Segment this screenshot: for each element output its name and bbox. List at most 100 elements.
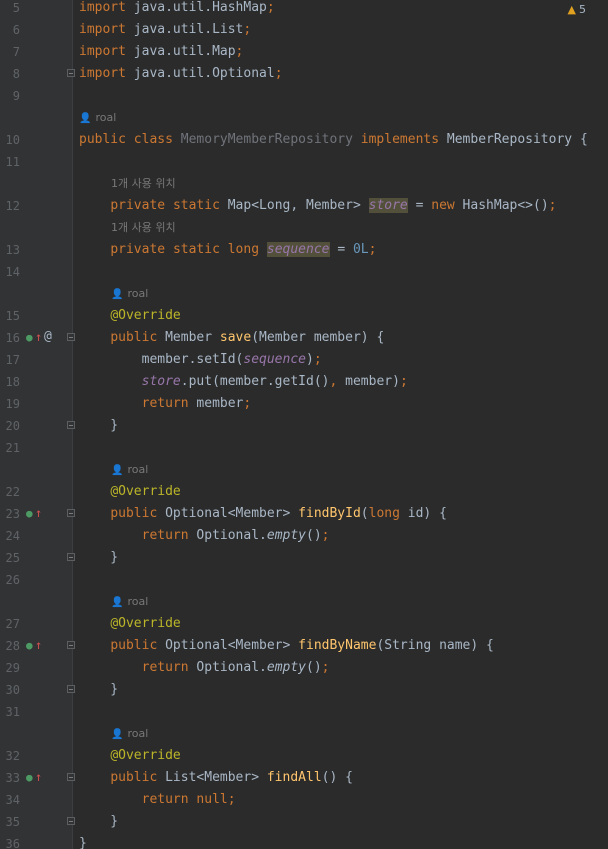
fold-toggle-icon[interactable]: [67, 333, 75, 341]
gutter-markers[interactable]: ● ↑: [26, 635, 60, 657]
line-number: 34: [5, 793, 20, 807]
line-number: 31: [5, 705, 20, 719]
line-number: 25: [5, 551, 20, 565]
code-text: import java.util.Optional;: [79, 66, 283, 81]
line-number: 28: [5, 639, 20, 653]
line-number: 5: [12, 1, 20, 15]
code-line[interactable]: 32 @Override: [0, 745, 608, 767]
code-text: member.setId(sequence);: [79, 352, 322, 367]
go-to-super-arrow-icon[interactable]: ↑: [35, 507, 42, 519]
code-line[interactable]: 20 }: [0, 415, 608, 437]
gutter-markers[interactable]: ● ↑: [26, 503, 60, 525]
code-line[interactable]: 30 }: [0, 679, 608, 701]
gutter-markers[interactable]: ● ↑: [26, 767, 60, 789]
implements-method-icon[interactable]: ●: [26, 332, 33, 344]
line-number: 24: [5, 529, 20, 543]
line-number: 30: [5, 683, 20, 697]
fold-toggle-icon[interactable]: [67, 509, 75, 517]
fold-toggle-icon[interactable]: [67, 685, 75, 693]
code-line[interactable]: 25 }: [0, 547, 608, 569]
line-number: 26: [5, 573, 20, 587]
code-line[interactable]: 27 @Override: [0, 613, 608, 635]
code-text: return Optional.empty();: [141, 528, 330, 543]
code-line[interactable]: 12 private static Map<Long, Member> stor…: [0, 195, 608, 217]
code-line[interactable]: 7 import java.util.Map;: [0, 41, 608, 63]
code-text: }: [79, 682, 119, 697]
code-line[interactable]: 15 @Override: [0, 305, 608, 327]
fold-toggle-icon[interactable]: [67, 421, 75, 429]
fold-toggle-icon[interactable]: [67, 553, 75, 561]
code-editor[interactable]: ▲ 5 5 import java.util.HashMap; 6 import …: [0, 0, 608, 849]
line-number: 19: [5, 397, 20, 411]
code-line[interactable]: 8 import java.util.Optional;: [0, 63, 608, 85]
fold-toggle-icon[interactable]: [67, 773, 75, 781]
go-to-super-arrow-icon[interactable]: ↑: [35, 771, 42, 783]
line-number: 14: [5, 265, 20, 279]
line-number: 17: [5, 353, 20, 367]
implements-method-icon[interactable]: ●: [26, 772, 33, 784]
code-text: return null;: [141, 792, 236, 807]
code-line[interactable]: 35 }: [0, 811, 608, 833]
usage-inlay-hint[interactable]: 1개 사용 위치: [111, 173, 176, 195]
line-number: 35: [5, 815, 20, 829]
line-number: 16: [5, 331, 20, 345]
code-line[interactable]: 10 public class MemoryMemberRepository i…: [0, 129, 608, 151]
author-inlay-hint[interactable]: 👤 roal: [79, 107, 116, 130]
line-number: 15: [5, 309, 20, 323]
code-line[interactable]: 14: [0, 261, 608, 283]
code-line[interactable]: 19 return member;: [0, 393, 608, 415]
code-text: private static Map<Long, Member> store =…: [110, 198, 557, 213]
code-line[interactable]: 21: [0, 437, 608, 459]
code-line[interactable]: 26: [0, 569, 608, 591]
code-text: return Optional.empty();: [141, 660, 330, 675]
code-line[interactable]: 17 member.setId(sequence);: [0, 349, 608, 371]
line-number: 22: [5, 485, 20, 499]
line-number: 6: [12, 23, 20, 37]
code-line[interactable]: 22 @Override: [0, 481, 608, 503]
fold-toggle-icon[interactable]: [67, 641, 75, 649]
code-line[interactable]: 16 ● ↑ @ public Member save(Member membe…: [0, 327, 608, 349]
author-inlay-hint[interactable]: 👤 roal: [111, 591, 148, 614]
code-line[interactable]: 6 import java.util.List;: [0, 19, 608, 41]
implements-method-icon[interactable]: ●: [26, 508, 33, 520]
go-to-super-arrow-icon[interactable]: ↑: [35, 639, 42, 651]
author-inlay-hint[interactable]: 👤 roal: [111, 459, 148, 482]
line-number: 7: [12, 45, 20, 59]
line-number: 36: [5, 837, 20, 849]
author-inlay-hint[interactable]: 👤 roal: [111, 283, 148, 306]
code-line[interactable]: 24 return Optional.empty();: [0, 525, 608, 547]
code-line[interactable]: 18 store.put(member.getId(), member);: [0, 371, 608, 393]
code-line[interactable]: 36 }: [0, 833, 608, 849]
code-text: store.put(member.getId(), member);: [141, 374, 408, 389]
code-line[interactable]: 33 ● ↑ public List<Member> findAll() {: [0, 767, 608, 789]
go-to-super-arrow-icon[interactable]: ↑: [35, 331, 42, 343]
author-inlay-hint[interactable]: 👤 roal: [111, 723, 148, 746]
code-text: @Override: [110, 748, 181, 763]
code-text: private static long sequence = 0L;: [110, 242, 377, 257]
code-text: }: [79, 836, 87, 849]
person-icon: 👤: [111, 729, 124, 740]
code-line[interactable]: 23 ● ↑ public Optional<Member> findById(…: [0, 503, 608, 525]
line-number: 21: [5, 441, 20, 455]
code-line[interactable]: 9: [0, 85, 608, 107]
line-number: 18: [5, 375, 20, 389]
code-line[interactable]: 13 private static long sequence = 0L;: [0, 239, 608, 261]
usage-inlay-hint[interactable]: 1개 사용 위치: [111, 217, 176, 239]
line-number: 32: [5, 749, 20, 763]
at-sign-icon[interactable]: @: [44, 330, 52, 343]
code-line[interactable]: 11: [0, 151, 608, 173]
line-number: 33: [5, 771, 20, 785]
code-line[interactable]: 29 return Optional.empty();: [0, 657, 608, 679]
fold-toggle-icon[interactable]: [67, 69, 75, 77]
code-line[interactable]: 5 import java.util.HashMap;: [0, 0, 608, 19]
gutter-markers[interactable]: ● ↑ @: [26, 327, 60, 349]
code-line[interactable]: 31: [0, 701, 608, 723]
code-text: public Optional<Member> findByName(Strin…: [110, 638, 494, 653]
code-line[interactable]: 34 return null;: [0, 789, 608, 811]
code-line[interactable]: 28 ● ↑ public Optional<Member> findByNam…: [0, 635, 608, 657]
line-number: 29: [5, 661, 20, 675]
implements-method-icon[interactable]: ●: [26, 640, 33, 652]
line-number: 23: [5, 507, 20, 521]
code-text: import java.util.HashMap;: [79, 0, 275, 15]
fold-toggle-icon[interactable]: [67, 817, 75, 825]
